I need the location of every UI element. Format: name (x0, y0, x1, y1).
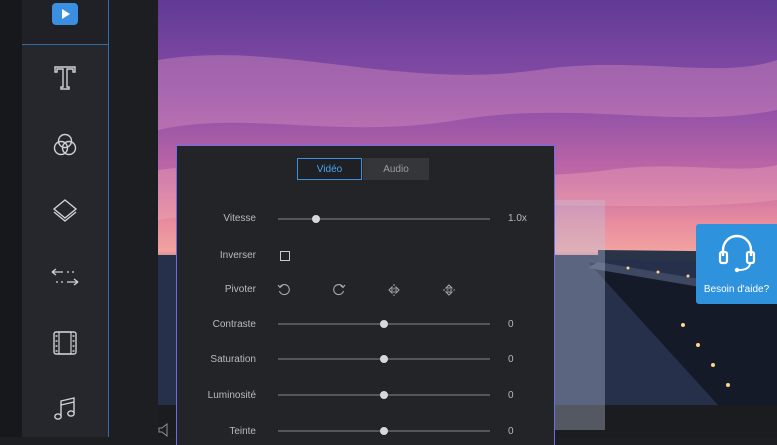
play-icon (62, 9, 70, 19)
hue-slider[interactable] (278, 427, 490, 435)
sidebar-gap (109, 0, 158, 437)
saturation-slider[interactable] (278, 355, 490, 363)
reverse-label: Inverser (219, 250, 256, 261)
tab-video[interactable]: Vidéo (297, 158, 362, 180)
sidebar (22, 0, 109, 437)
text-icon (54, 66, 76, 90)
sidebar-item-filters[interactable] (50, 130, 80, 160)
rotate-right-icon[interactable] (332, 283, 346, 297)
speed-slider-thumb[interactable] (312, 215, 321, 223)
saturation-slider-thumb[interactable] (380, 355, 388, 363)
reverse-checkbox[interactable] (280, 251, 290, 261)
help-label: Besoin d'aide? (703, 284, 770, 295)
brightness-label: Luminosité (207, 390, 256, 401)
overlays-icon (52, 199, 78, 222)
sidebar-item-elements[interactable] (50, 328, 80, 358)
speed-slider[interactable] (278, 215, 490, 223)
rotate-label: Pivoter (224, 284, 256, 295)
sidebar-item-overlays[interactable] (50, 196, 80, 226)
help-button[interactable]: Besoin d'aide? (696, 224, 777, 304)
hue-slider-thumb[interactable] (380, 427, 388, 435)
rotate-left-icon[interactable] (277, 283, 291, 297)
tab-audio[interactable]: Audio (363, 158, 429, 180)
sidebar-item-music[interactable] (50, 394, 80, 424)
hue-label: Teinte (229, 426, 256, 437)
contrast-value: 0 (508, 319, 514, 330)
elements-icon (53, 331, 77, 355)
left-rail (0, 0, 22, 437)
sidebar-header (22, 0, 108, 45)
saturation-value: 0 (508, 354, 514, 365)
music-icon (54, 397, 75, 420)
video-settings-panel: Vidéo Audio Vitesse 1.0x Inverser Pivote… (176, 145, 555, 445)
contrast-label: Contraste (212, 319, 256, 330)
sidebar-item-text[interactable] (50, 62, 80, 92)
saturation-label: Saturation (210, 354, 256, 365)
sidebar-item-transitions[interactable] (50, 262, 80, 292)
filters-icon (53, 133, 77, 156)
contrast-slider[interactable] (278, 320, 490, 328)
media-button[interactable] (52, 3, 78, 25)
brightness-slider[interactable] (278, 391, 490, 399)
flip-vertical-icon[interactable] (442, 283, 456, 297)
flip-horizontal-icon[interactable] (387, 283, 401, 297)
speed-label: Vitesse (223, 213, 256, 224)
transitions-icon (51, 268, 79, 286)
headset-icon (718, 234, 756, 273)
speed-value: 1.0x (508, 213, 527, 224)
hue-value: 0 (508, 426, 514, 437)
volume-icon[interactable] (158, 422, 170, 438)
brightness-slider-thumb[interactable] (380, 391, 388, 399)
brightness-value: 0 (508, 390, 514, 401)
contrast-slider-thumb[interactable] (380, 320, 388, 328)
preview-overlay (555, 200, 605, 430)
